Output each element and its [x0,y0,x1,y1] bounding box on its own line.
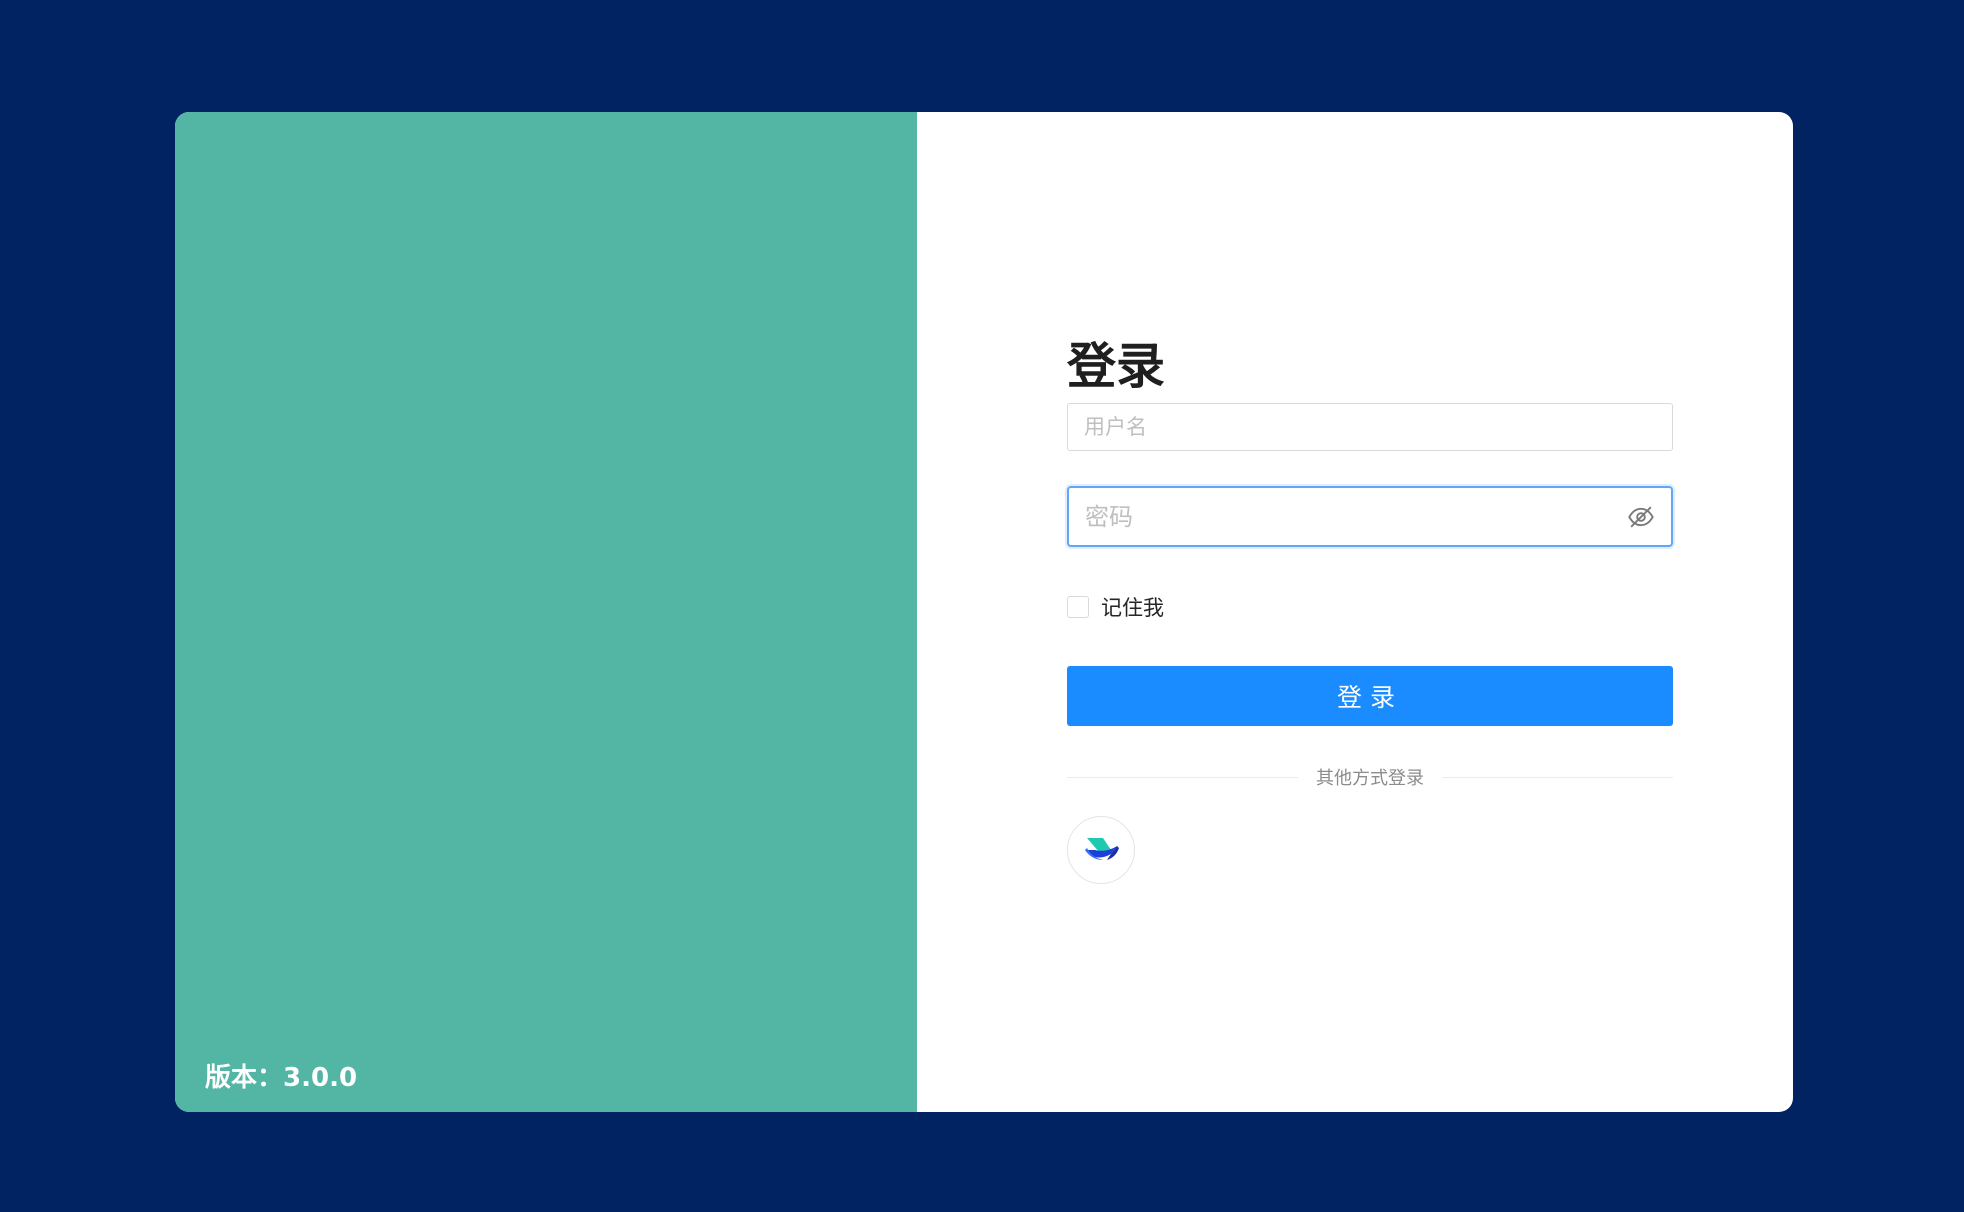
version-number: 3.0.0 [283,1063,358,1093]
login-panel: 登录 记住我 登录 其他方式登录 [917,112,1793,1112]
login-title: 登录 [1067,338,1166,395]
remember-me-label[interactable]: 记住我 [1101,592,1164,622]
brand-panel: 版本： 3.0.0 [175,112,917,1112]
password-field[interactable] [1067,486,1673,547]
divider-line-right [1442,776,1673,778]
other-login-label: 其他方式登录 [1316,768,1424,789]
other-login-divider: 其他方式登录 [1067,764,1673,790]
login-card: 版本： 3.0.0 登录 记住我 登录 其他方式 [175,112,1793,1112]
feishu-logo-icon [1085,838,1119,860]
version-info: 版本： 3.0.0 [205,1057,357,1094]
login-form: 登录 记住我 登录 其他方式登录 [1067,337,1673,884]
remember-me[interactable]: 记住我 [1067,593,1673,621]
feishu-login-button[interactable] [1067,816,1135,884]
login-button[interactable]: 登录 [1067,666,1673,726]
remember-me-checkbox[interactable] [1067,596,1089,618]
eye-off-icon[interactable] [1627,503,1655,531]
password-input[interactable] [1069,488,1627,545]
username-input[interactable] [1067,403,1673,451]
divider-line-left [1067,776,1298,778]
version-label: 版本： [205,1063,284,1093]
